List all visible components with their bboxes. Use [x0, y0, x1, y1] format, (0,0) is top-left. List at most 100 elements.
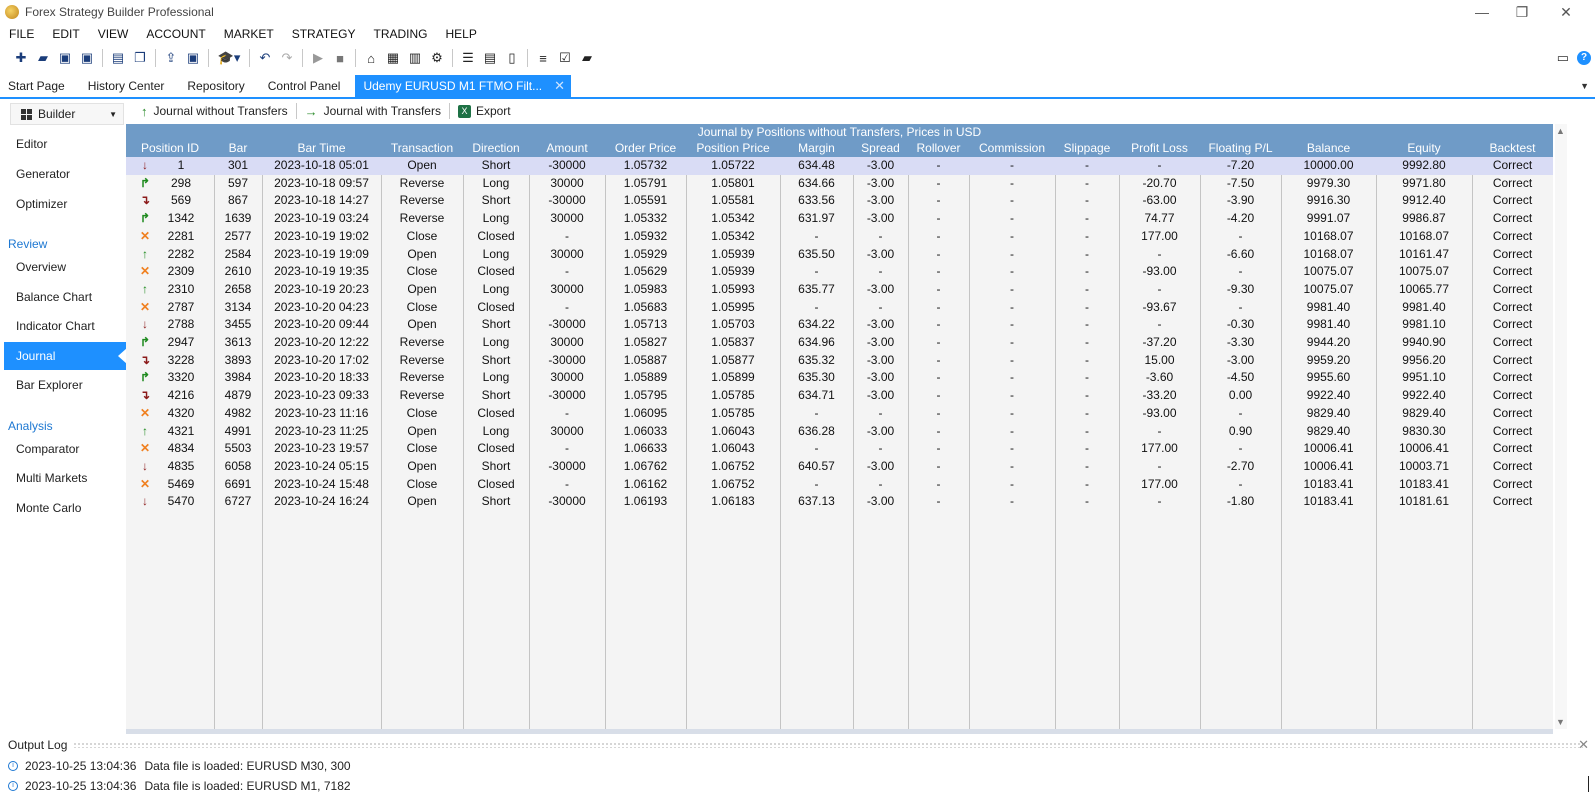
table-row[interactable]: ↓ 2788 3455 2023-10-20 09:44 Open Short -30000… — [126, 316, 1553, 334]
column-header-backtest[interactable]: Backtest — [1472, 140, 1553, 157]
table-row[interactable]: ✕ 4834 5503 2023-10-23 19:57 Close Closed - 1.0… — [126, 440, 1553, 458]
panel-grip[interactable] — [73, 742, 1583, 748]
column-header-transaction[interactable]: Transaction — [381, 140, 463, 157]
sidebar-item-multi-markets[interactable]: Multi Markets — [4, 464, 126, 492]
table-row[interactable]: ↴ 4216 4879 2023-10-23 09:33 Reverse Short -30… — [126, 387, 1553, 405]
table-row[interactable]: ↱ 3320 3984 2023-10-20 18:33 Reverse Long 3000… — [126, 369, 1553, 387]
sidebar-item-indicator-chart[interactable]: Indicator Chart — [4, 312, 126, 340]
sort-icon[interactable]: ≡ — [534, 49, 552, 67]
sidebar-item-bar-explorer[interactable]: Bar Explorer — [4, 371, 126, 399]
table-row[interactable]: ↓ 5470 6727 2023-10-24 16:24 Open Short -30000… — [126, 493, 1553, 511]
sidebar-item-monte-carlo[interactable]: Monte Carlo — [4, 494, 126, 522]
column-header-balance[interactable]: Balance — [1281, 140, 1376, 157]
page-icon[interactable]: ▯ — [503, 49, 521, 67]
column-header-equity[interactable]: Equity — [1376, 140, 1472, 157]
close-button[interactable]: ✕ — [1546, 2, 1586, 22]
save-as-icon[interactable]: ▣ — [78, 49, 96, 67]
table-row[interactable]: ↑ 2310 2658 2023-10-19 20:23 Open Long 30000 1.… — [126, 281, 1553, 299]
column-header-bar[interactable]: Bar — [214, 140, 262, 157]
tabs-dropdown-icon[interactable]: ▼ — [1580, 81, 1589, 91]
table-row[interactable]: ↱ 2947 3613 2023-10-20 12:22 Reverse Long 3000… — [126, 334, 1553, 352]
table-row[interactable]: ↴ 569 867 2023-10-18 14:27 Reverse Short -3000… — [126, 192, 1553, 210]
menu-account[interactable]: ACCOUNT — [137, 24, 214, 44]
chat-icon[interactable]: ▭ — [1557, 50, 1569, 66]
save-all-icon[interactable]: ▤ — [109, 49, 127, 67]
scroll-down-icon[interactable]: ▼ — [1556, 717, 1565, 727]
table-row[interactable]: ↑ 4321 4991 2023-10-23 11:25 Open Long 30000 1.… — [126, 423, 1553, 441]
menu-trading[interactable]: TRADING — [365, 24, 437, 44]
column-header-amount[interactable]: Amount — [529, 140, 605, 157]
table-row[interactable]: ↑ 2282 2584 2023-10-19 19:09 Open Long 30000 1.… — [126, 246, 1553, 264]
column-header-bar-time[interactable]: Bar Time — [262, 140, 381, 157]
column-header-position-price[interactable]: Position Price — [686, 140, 780, 157]
column-header-margin[interactable]: Margin — [780, 140, 853, 157]
tab-start-page[interactable]: Start Page — [0, 75, 80, 97]
sidebar-item-comparator[interactable]: Comparator — [4, 435, 126, 463]
vertical-scrollbar[interactable]: ▲ ▼ — [1555, 124, 1567, 729]
column-header-direction[interactable]: Direction — [463, 140, 529, 157]
column-header-slippage[interactable]: Slippage — [1055, 140, 1119, 157]
play-icon[interactable]: ▶ — [309, 49, 327, 67]
table-row[interactable]: ↱ 1342 1639 2023-10-19 03:24 Reverse Long 3000… — [126, 210, 1553, 228]
close-output-log-icon[interactable]: ✕ — [1578, 737, 1589, 753]
briefcase-icon[interactable]: ▰ — [578, 49, 596, 67]
table-row[interactable]: ↓ 1 301 2023-10-18 05:01 Open Short -30000 1.05… — [126, 157, 1553, 175]
sidebar-item-journal[interactable]: Journal — [4, 342, 127, 370]
horizontal-scrollbar[interactable] — [126, 729, 1553, 734]
sidebar-item-generator[interactable]: Generator — [4, 160, 126, 188]
new-strategy-icon[interactable]: ✚ — [12, 49, 30, 67]
journal-with-transfers-button[interactable]: → Journal with Transfers — [299, 104, 447, 119]
table-row[interactable]: ✕ 2281 2577 2023-10-19 19:02 Close Closed - 1.0… — [126, 228, 1553, 246]
export-button[interactable]: X Export — [452, 104, 517, 118]
export-icon[interactable]: ▣ — [184, 49, 202, 67]
academy-cap-icon[interactable]: 🎓▾ — [215, 49, 243, 67]
table-row[interactable]: ↴ 3228 3893 2023-10-20 17:02 Reverse Short -30… — [126, 352, 1553, 370]
tab-history-center[interactable]: History Center — [80, 75, 180, 97]
tab-control-panel[interactable]: Control Panel — [260, 75, 356, 97]
table-row[interactable]: ↓ 4835 6058 2023-10-24 05:15 Open Short -30000… — [126, 458, 1553, 476]
menu-view[interactable]: VIEW — [89, 24, 138, 44]
menu-strategy[interactable]: STRATEGY — [283, 24, 365, 44]
open-folder-icon[interactable]: ▰ — [34, 49, 52, 67]
column-header-floating-p-l[interactable]: Floating P/L — [1200, 140, 1281, 157]
sidebar-item-overview[interactable]: Overview — [4, 253, 126, 281]
column-header-spread[interactable]: Spread — [853, 140, 908, 157]
journal-grid[interactable]: Journal by Positions without Transfers, … — [126, 124, 1553, 729]
menu-edit[interactable]: EDIT — [43, 24, 88, 44]
save-icon[interactable]: ▣ — [56, 49, 74, 67]
sidebar-item-editor[interactable]: Editor — [4, 130, 126, 158]
undo-icon[interactable]: ↶ — [256, 49, 274, 67]
redo-icon[interactable]: ↷ — [278, 49, 296, 67]
column-header-profit-loss[interactable]: Profit Loss — [1119, 140, 1200, 157]
menu-market[interactable]: MARKET — [215, 24, 283, 44]
scroll-up-icon[interactable]: ▲ — [1556, 126, 1565, 136]
table-row[interactable]: ✕ 4320 4982 2023-10-23 11:16 Close Closed - 1.0… — [126, 405, 1553, 423]
gear-icon[interactable]: ⚙ — [428, 49, 446, 67]
table-row[interactable]: ✕ 2787 3134 2023-10-20 04:23 Close Closed - 1.0… — [126, 299, 1553, 317]
tab-repository[interactable]: Repository — [179, 75, 259, 97]
column-header-position-id[interactable]: Position ID — [126, 140, 214, 157]
checklist-icon[interactable]: ☑ — [556, 49, 574, 67]
tab-strategy[interactable]: Udemy EURUSD M1 FTMO Filt... ✕ — [355, 75, 572, 97]
library-icon[interactable]: ▥ — [406, 49, 424, 67]
sidebar-item-optimizer[interactable]: Optimizer — [4, 190, 126, 218]
column-header-commission[interactable]: Commission — [969, 140, 1055, 157]
sidebar-item-balance-chart[interactable]: Balance Chart — [4, 283, 126, 311]
home-icon[interactable]: ⌂ — [362, 49, 380, 67]
table-row[interactable]: ✕ 5469 6691 2023-10-24 15:48 Close Closed - 1.0… — [126, 476, 1553, 494]
import-icon[interactable]: ⇪ — [162, 49, 180, 67]
table-row[interactable]: ↱ 298 597 2023-10-18 09:57 Reverse Long 30000 1… — [126, 175, 1553, 193]
copy-icon[interactable]: ❐ — [131, 49, 149, 67]
column-header-rollover[interactable]: Rollover — [908, 140, 969, 157]
market-icon[interactable]: ▦ — [384, 49, 402, 67]
close-tab-icon[interactable]: ✕ — [554, 75, 565, 97]
journal-without-transfers-button[interactable]: ↑ Journal without Transfers — [135, 104, 294, 119]
builder-dropdown[interactable]: Builder ▼ — [10, 103, 124, 125]
menu-help[interactable]: HELP — [437, 24, 486, 44]
details-icon[interactable]: ▤ — [481, 49, 499, 67]
column-header-order-price[interactable]: Order Price — [605, 140, 686, 157]
stop-icon[interactable]: ■ — [331, 49, 349, 67]
help-icon[interactable]: ? — [1577, 51, 1591, 65]
list-icon[interactable]: ☰ — [459, 49, 477, 67]
menu-file[interactable]: FILE — [0, 24, 43, 44]
